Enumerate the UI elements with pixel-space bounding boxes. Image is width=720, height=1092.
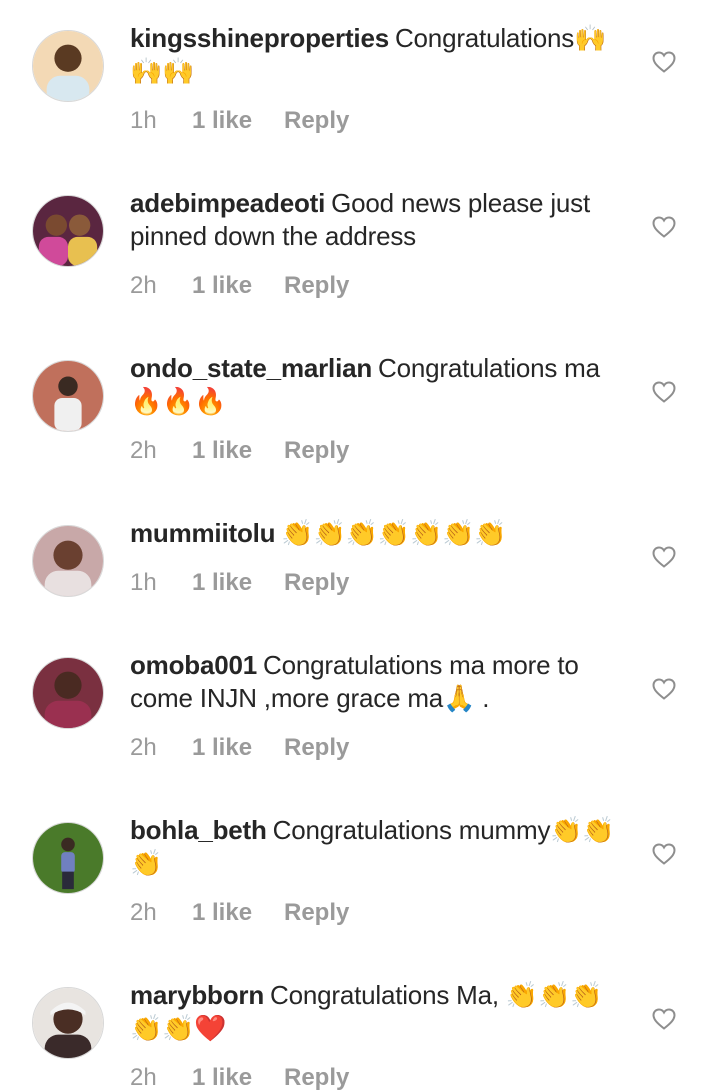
- comment-meta: 1h 1 like Reply: [130, 569, 349, 597]
- avatar-image: [33, 361, 103, 431]
- comment-body: marybborn Congratulations Ma, 👏👏👏👏👏❤️: [130, 979, 630, 1045]
- avatar-image: [33, 988, 103, 1058]
- comment-meta: 2h 1 like Reply: [130, 272, 349, 300]
- comment-meta: 1h 1 like Reply: [130, 107, 349, 135]
- comment-username[interactable]: bohla_beth: [130, 815, 267, 845]
- comment-time: 2h: [130, 272, 157, 299]
- comment-item: adebimpeadeoti Good news please just pinn…: [0, 165, 720, 330]
- avatar-image: [33, 196, 103, 266]
- avatar[interactable]: [32, 30, 104, 102]
- comment-body: adebimpeadeoti Good news please just pinn…: [130, 187, 630, 253]
- comment-time: 2h: [130, 899, 157, 926]
- comment-likes[interactable]: 1 like: [192, 1064, 284, 1092]
- avatar[interactable]: [32, 195, 104, 267]
- reply-button[interactable]: Reply: [284, 437, 349, 465]
- avatar[interactable]: [32, 822, 104, 894]
- comment-likes[interactable]: 1 like: [192, 734, 284, 762]
- comment-meta: 2h 1 like Reply: [130, 899, 349, 927]
- comment-text: 👏👏👏👏👏👏👏: [281, 518, 507, 548]
- comment-body: mummiitolu 👏👏👏👏👏👏👏: [130, 517, 630, 550]
- comment-body: omoba001 Congratulations ma more to come …: [130, 649, 630, 715]
- comment-time: 2h: [130, 437, 157, 464]
- comment-username[interactable]: mummiitolu: [130, 518, 276, 548]
- reply-button[interactable]: Reply: [284, 1064, 349, 1092]
- comment-meta: 2h 1 like Reply: [130, 1064, 349, 1092]
- avatar[interactable]: [32, 360, 104, 432]
- like-heart-icon[interactable]: [652, 216, 676, 238]
- avatar-image: [33, 526, 103, 596]
- comment-item: bohla_beth Congratulations mummy👏👏👏 2h 1 l…: [0, 792, 720, 957]
- comment-username[interactable]: marybborn: [130, 980, 264, 1010]
- comment-item: ondo_state_marlian Congratulations ma🔥🔥🔥 …: [0, 330, 720, 495]
- reply-button[interactable]: Reply: [284, 569, 349, 597]
- comment-body: kingsshineproperties Congratulations🙌🙌🙌: [130, 22, 630, 88]
- avatar[interactable]: [32, 987, 104, 1059]
- comment-item: omoba001 Congratulations ma more to come …: [0, 627, 720, 792]
- comment-likes[interactable]: 1 like: [192, 899, 284, 927]
- avatar-image: [33, 823, 103, 893]
- like-heart-icon[interactable]: [652, 678, 676, 700]
- comment-body: bohla_beth Congratulations mummy👏👏👏: [130, 814, 630, 880]
- like-heart-icon[interactable]: [652, 51, 676, 73]
- comment-time: 2h: [130, 1064, 157, 1091]
- avatar[interactable]: [32, 525, 104, 597]
- comment-time: 1h: [130, 107, 157, 134]
- comment-time: 2h: [130, 734, 157, 761]
- avatar-image: [33, 31, 103, 101]
- comment-time: 1h: [130, 569, 157, 596]
- comment-likes[interactable]: 1 like: [192, 569, 284, 597]
- comment-username[interactable]: omoba001: [130, 650, 257, 680]
- comment-likes[interactable]: 1 like: [192, 272, 284, 300]
- comment-likes[interactable]: 1 like: [192, 437, 284, 465]
- reply-button[interactable]: Reply: [284, 734, 349, 762]
- comment-item: kingsshineproperties Congratulations🙌🙌🙌 1…: [0, 0, 720, 165]
- comment-meta: 2h 1 like Reply: [130, 437, 349, 465]
- reply-button[interactable]: Reply: [284, 899, 349, 927]
- like-heart-icon[interactable]: [652, 381, 676, 403]
- comment-meta: 2h 1 like Reply: [130, 734, 349, 762]
- reply-button[interactable]: Reply: [284, 272, 349, 300]
- comment-username[interactable]: ondo_state_marlian: [130, 353, 372, 383]
- comment-username[interactable]: adebimpeadeoti: [130, 188, 325, 218]
- comment-item: marybborn Congratulations Ma, 👏👏👏👏👏❤️ 2h 1…: [0, 957, 720, 1091]
- comment-likes[interactable]: 1 like: [192, 107, 284, 135]
- like-heart-icon[interactable]: [652, 1008, 676, 1030]
- avatar[interactable]: [32, 657, 104, 729]
- comment-username[interactable]: kingsshineproperties: [130, 23, 389, 53]
- like-heart-icon[interactable]: [652, 546, 676, 568]
- like-heart-icon[interactable]: [652, 843, 676, 865]
- avatar-image: [33, 658, 103, 728]
- reply-button[interactable]: Reply: [284, 107, 349, 135]
- comment-body: ondo_state_marlian Congratulations ma🔥🔥🔥: [130, 352, 630, 418]
